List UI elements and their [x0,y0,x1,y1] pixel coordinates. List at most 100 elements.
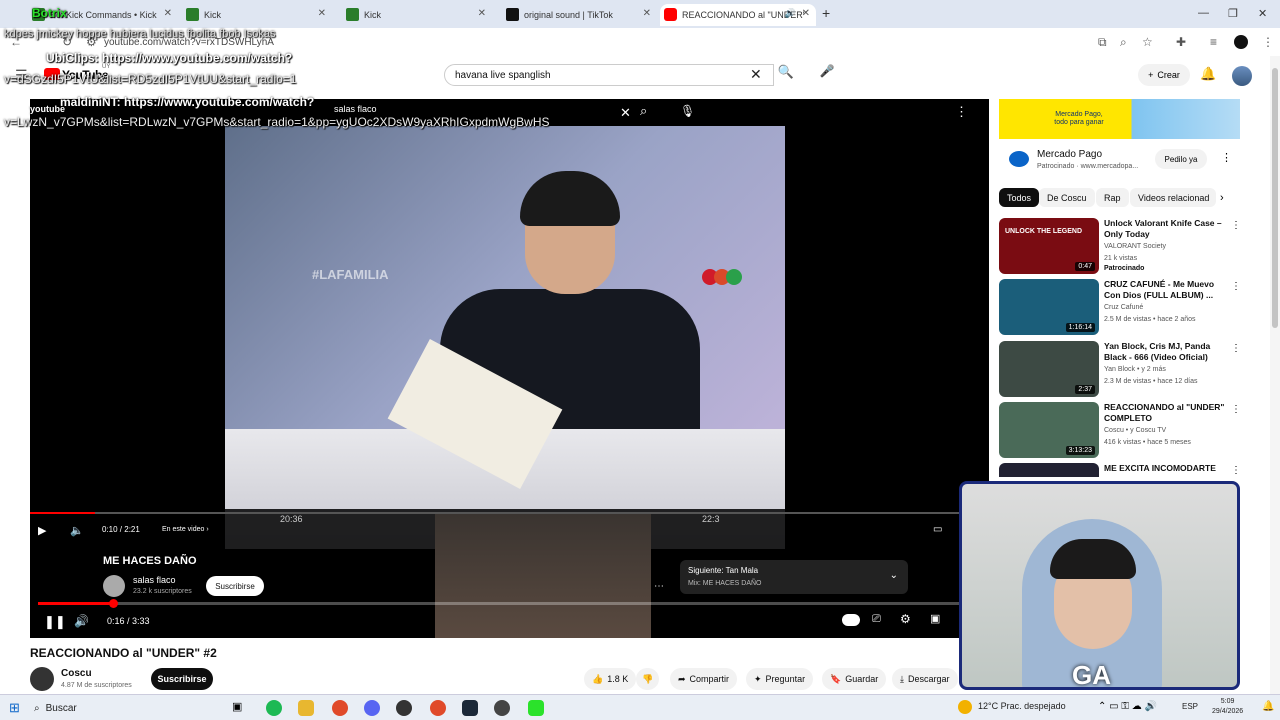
save-button[interactable]: 🔖 Guardar [822,668,887,690]
file-explorer-icon[interactable] [298,700,314,716]
recommendation-item[interactable]: ME EXCITA INCOMODARTE ⋮ [999,463,1239,477]
windows-start-icon[interactable]: ⊞ [9,700,20,716]
tray-icons[interactable]: ⌃ ▭ ⚿ ☁ 🔊 [1098,701,1157,712]
chrome-icon[interactable] [332,700,348,716]
tab-2[interactable]: Kick ✕ [182,4,332,26]
zoom-icon[interactable]: ⌕ [1120,35,1127,50]
more-icon[interactable]: ⋮ [1231,220,1241,231]
tab-5-active[interactable]: REACCIONANDO al "UNDER" 🔊 ✕ [660,4,816,26]
ask-button[interactable]: ✦ Preguntar [746,668,814,690]
tab-4[interactable]: original sound | TikTok ✕ [502,4,657,26]
spotify-icon[interactable] [266,700,282,716]
close-window-icon[interactable]: ✕ [1258,7,1267,20]
inner-subscribe-button[interactable]: Suscribirse [206,576,264,596]
chevron-down-icon[interactable]: ⌄ [890,570,898,581]
chevron-right-icon[interactable]: › [1220,192,1224,204]
obs-icon[interactable] [494,700,510,716]
media-icon[interactable]: ≡ [1210,35,1217,49]
close-icon[interactable]: ✕ [802,8,810,19]
notifications-bell-icon[interactable]: 🔔 [1200,66,1216,82]
clear-search-icon[interactable]: ✕ [750,66,762,83]
tab-3[interactable]: Kick ✕ [342,4,492,26]
chip-rap[interactable]: Rap [1096,188,1129,207]
more-icon[interactable]: ⋮ [1231,343,1241,354]
video-player[interactable]: #LAFAMILIA ✕ ⌕ 🎙 ⋮ 20:36 22:3 ▶ 🔈 0:10 /… [30,99,989,638]
task-view-icon[interactable]: ▣ [232,700,248,716]
autoplay-toggle[interactable] [842,614,860,626]
page-scrollbar[interactable] [1270,56,1280,694]
main-progress-bar[interactable] [38,599,978,608]
close-icon[interactable]: ✕ [318,8,326,19]
download-button[interactable]: ⤓ Descargar [892,668,958,690]
menu-icon[interactable]: ⋮ [1262,35,1274,49]
channel-name[interactable]: Coscu [61,668,92,679]
clock[interactable]: 5:09 29/4/2026 [1212,697,1243,717]
ad-cta-button[interactable]: Pedilo ya [1155,149,1207,169]
close-icon[interactable]: ✕ [164,8,172,19]
language-indicator[interactable]: ESP [1182,702,1198,711]
profile-icon[interactable] [1234,35,1248,49]
install-icon[interactable]: ⧉ [1098,35,1107,50]
chip-de-coscu[interactable]: De Coscu [1039,188,1095,207]
inner-channel-name[interactable]: salas flaco [133,575,176,585]
chatgpt-icon[interactable] [396,700,412,716]
recommendation-item[interactable]: 2:37 Yan Block, Cris MJ, Panda Black - 6… [999,341,1241,397]
inner-play-icon[interactable]: ▶ [38,524,46,537]
voice-search-icon[interactable]: 🎤 [818,64,836,84]
search-input[interactable]: havana live spanglish [444,64,774,86]
player-mic-icon[interactable]: 🎙 [680,104,695,118]
new-tab-button[interactable]: + [822,5,830,21]
like-button[interactable]: 👍 1.8 K [584,668,637,690]
recommendation-item[interactable]: 1:16:14 CRUZ CAFUNÉ - Me Muevo Con Dios … [999,279,1241,335]
kick-icon[interactable] [528,700,544,716]
bookmark-star-icon[interactable]: ☆ [1142,35,1153,49]
dislike-button[interactable]: 👎 [636,668,660,690]
weather-text[interactable]: 12°C Prac. despejado [978,701,1066,711]
inner-more-icon[interactable]: ⋯ [654,581,664,592]
thumbs-up-icon: 👍 [592,673,604,684]
speaker-icon[interactable]: 🔊 [785,8,796,19]
close-icon[interactable]: ✕ [643,8,651,19]
recommendation-item[interactable]: UNLOCK THE LEGEND 0:47 Unlock Valorant K… [999,218,1241,274]
next-video-card[interactable]: Siguiente: Tan Mala Mix: ME HACES DAÑO ⌄ [680,560,908,594]
miniplayer-icon[interactable]: ▣ [930,612,940,625]
chat-bot-name: Botrix [32,6,67,20]
ad-banner[interactable]: Mercado Pago, todo para ganar [999,99,1240,139]
close-icon[interactable]: ✕ [478,8,486,19]
taskbar-search[interactable]: ⌕ Buscar [34,699,214,717]
inner-channel-avatar[interactable] [103,575,125,597]
notification-center-icon[interactable]: 🔔 [1262,701,1274,712]
more-icon[interactable]: ⋮ [1231,404,1241,415]
search-button[interactable]: 🔍 [774,64,798,86]
inner-volume-icon[interactable]: 🔈 [70,524,84,537]
share-button[interactable]: ➦ Compartir [670,668,738,690]
inner-miniplayer-icon[interactable]: ▭ [933,524,942,535]
minimize-icon[interactable]: — [1198,7,1209,19]
player-more-icon[interactable]: ⋮ [955,104,968,120]
chrome-active-icon[interactable] [430,700,446,716]
user-avatar[interactable] [1232,66,1252,86]
scroll-thumb[interactable] [1272,68,1278,328]
ad-more-icon[interactable]: ⋮ [1221,151,1232,164]
recommendation-thumbnail[interactable] [999,463,1099,477]
more-icon[interactable]: ⋮ [1231,465,1239,476]
steam-icon[interactable] [462,700,478,716]
settings-gear-icon[interactable]: ⚙ [900,612,911,626]
more-icon[interactable]: ⋮ [1231,281,1241,292]
restore-icon[interactable]: ❐ [1228,7,1238,20]
pause-icon[interactable]: ❚❚ [44,614,66,630]
extensions-icon[interactable]: ✚ [1176,35,1186,49]
chip-todos[interactable]: Todos [999,188,1040,207]
subscribe-button[interactable]: Suscribirse [151,668,213,690]
player-close-icon[interactable]: ✕ [620,105,631,121]
discord-icon[interactable] [364,700,380,716]
ad-card[interactable]: Mercado Pago Patrocinado · www.mercadopa… [999,139,1240,181]
chip-videos-relacionados[interactable]: Videos relacionad [1130,188,1216,207]
player-search-icon[interactable]: ⌕ [640,103,647,119]
channel-avatar[interactable] [30,667,54,691]
recommendation-item[interactable]: 3:13:23 REACCIONANDO al "UNDER" COMPLETO… [999,402,1241,458]
inner-chapter[interactable]: En este video › [162,526,209,533]
subtitles-icon[interactable]: ⎚ [872,613,881,626]
create-button[interactable]: + Crear [1138,64,1190,86]
volume-icon[interactable]: 🔊 [74,614,89,628]
